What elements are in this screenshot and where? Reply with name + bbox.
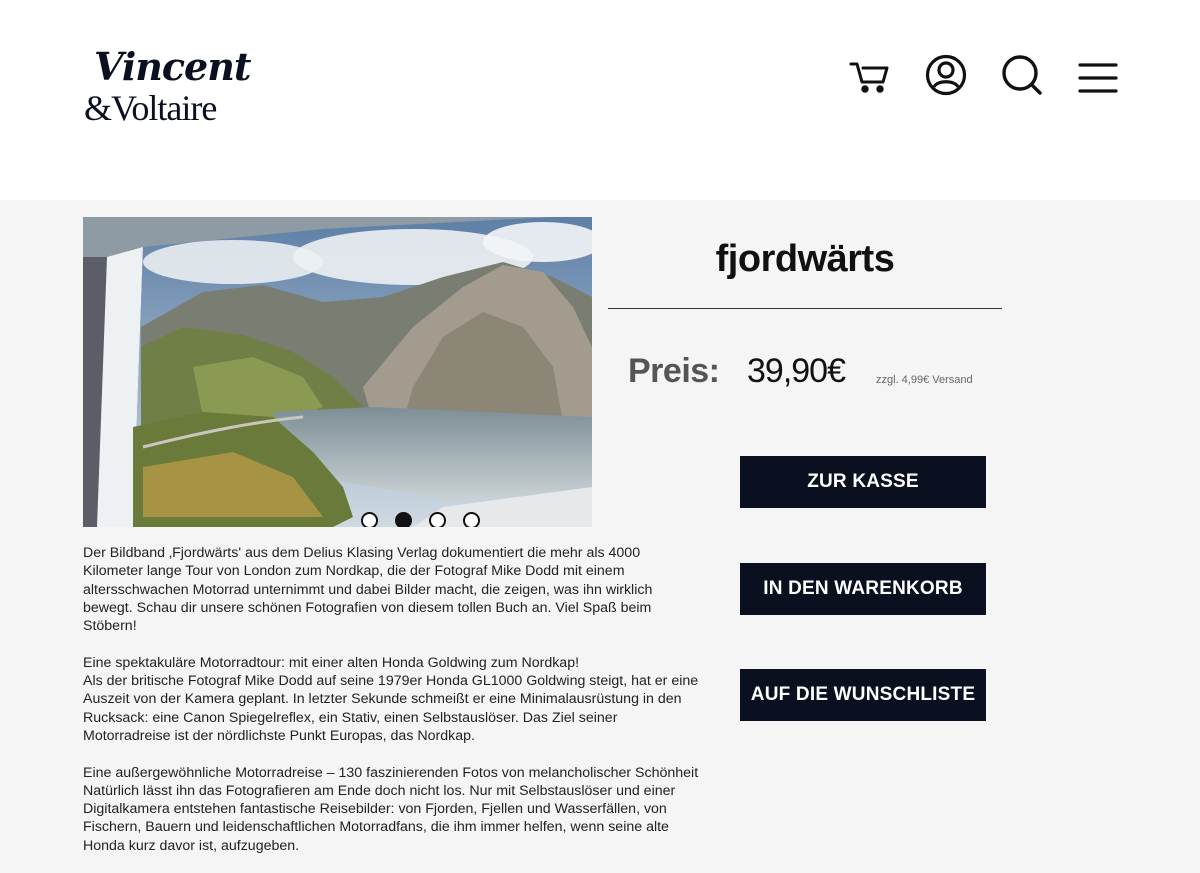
gallery-dot-1[interactable] [361, 512, 378, 527]
price-value: 39,90€ [747, 352, 846, 390]
description-paragraph: Eine außergewöhnliche Motorradreise – 13… [83, 764, 703, 855]
description-text: Natürlich lässt ihn das Fotografieren am… [83, 782, 676, 854]
shipping-note: zzgl. 4,99€ Versand [876, 374, 973, 386]
description-paragraph: Eine spektakuläre Motorradtour: mit eine… [83, 654, 703, 745]
description-subheading: Eine spektakuläre Motorradtour: mit eine… [83, 654, 580, 671]
search-icon[interactable] [999, 52, 1045, 98]
account-icon[interactable] [923, 52, 969, 98]
logo-line-2: &Voltaire [84, 88, 217, 128]
product-image-gallery[interactable] [83, 217, 592, 527]
add-to-cart-button[interactable]: IN DEN WARENKORB [740, 563, 986, 615]
add-to-wishlist-button[interactable]: AUF DIE WUNSCHLISTE [740, 669, 986, 721]
brand-logo[interactable]: Vincent &Voltaire [84, 48, 251, 133]
product-title: fjordwärts [715, 238, 895, 280]
book-photo-image [83, 217, 592, 527]
gallery-dot-3[interactable] [429, 512, 446, 527]
description-paragraph: Der Bildband ‚Fjordwärts' aus dem Delius… [83, 545, 653, 635]
product-description: Der Bildband ‚Fjordwärts' aus dem Delius… [83, 544, 703, 873]
gallery-pagination [361, 512, 480, 527]
gallery-dot-4[interactable] [463, 512, 480, 527]
gallery-dot-2-active[interactable] [395, 512, 412, 527]
price-label: Preis: [628, 352, 720, 390]
checkout-button[interactable]: ZUR KASSE [740, 456, 986, 508]
product-section: fjordwärts Preis: 39,90€ zzgl. 4,99€ Ver… [0, 200, 1200, 854]
description-subheading: Eine außergewöhnliche Motorradreise – 13… [83, 764, 699, 781]
cart-icon[interactable] [847, 52, 893, 98]
description-text: Als der britische Fotograf Mike Dodd auf… [83, 673, 699, 744]
menu-icon[interactable] [1075, 52, 1121, 98]
site-header: Vincent &Voltaire [0, 0, 1200, 200]
logo-line-1: Vincent [94, 44, 251, 89]
title-divider [608, 308, 1002, 309]
